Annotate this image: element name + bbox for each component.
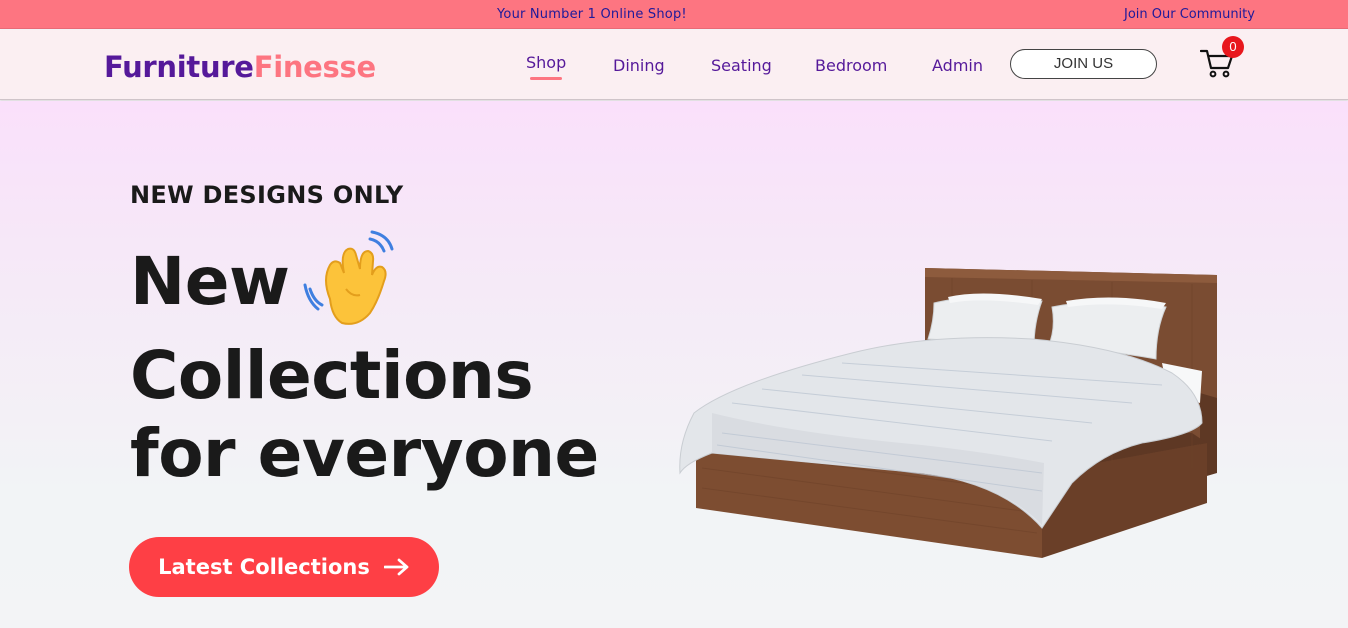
site-logo[interactable]: FurnitureFinesse <box>104 50 376 84</box>
hero-title-line-2: Collections <box>130 337 534 414</box>
hero-kicker: NEW DESIGNS ONLY <box>130 181 404 209</box>
nav-seating[interactable]: Seating <box>711 56 772 75</box>
main-navbar: FurnitureFinesse Shop Dining Seating Bed… <box>0 30 1348 100</box>
nav-bedroom[interactable]: Bedroom <box>815 56 887 75</box>
join-us-button[interactable]: JOIN US <box>1010 49 1157 79</box>
latest-collections-button[interactable]: Latest Collections <box>129 537 439 597</box>
hero-section: NEW DESIGNS ONLY New Collections for eve… <box>0 101 1348 628</box>
logo-part-finesse: Finesse <box>253 50 376 84</box>
nav-shop[interactable]: Shop <box>526 53 566 80</box>
cta-label: Latest Collections <box>158 555 370 579</box>
cart-count-badge: 0 <box>1222 36 1244 58</box>
nav-dining[interactable]: Dining <box>613 56 665 75</box>
join-community-link[interactable]: Join Our Community <box>1124 7 1255 22</box>
nav-admin[interactable]: Admin <box>932 56 983 75</box>
logo-part-furniture: Furniture <box>104 50 254 84</box>
arrow-right-icon <box>383 558 409 576</box>
promo-text: Your Number 1 Online Shop! <box>497 7 687 22</box>
hero-title-line-1: New <box>130 243 290 320</box>
top-announcement-bar: Your Number 1 Online Shop! Join Our Comm… <box>0 0 1348 29</box>
bed-product-image <box>679 268 1217 558</box>
hero-title-line-3: for everyone <box>130 415 599 492</box>
waving-hand-icon <box>303 230 394 325</box>
